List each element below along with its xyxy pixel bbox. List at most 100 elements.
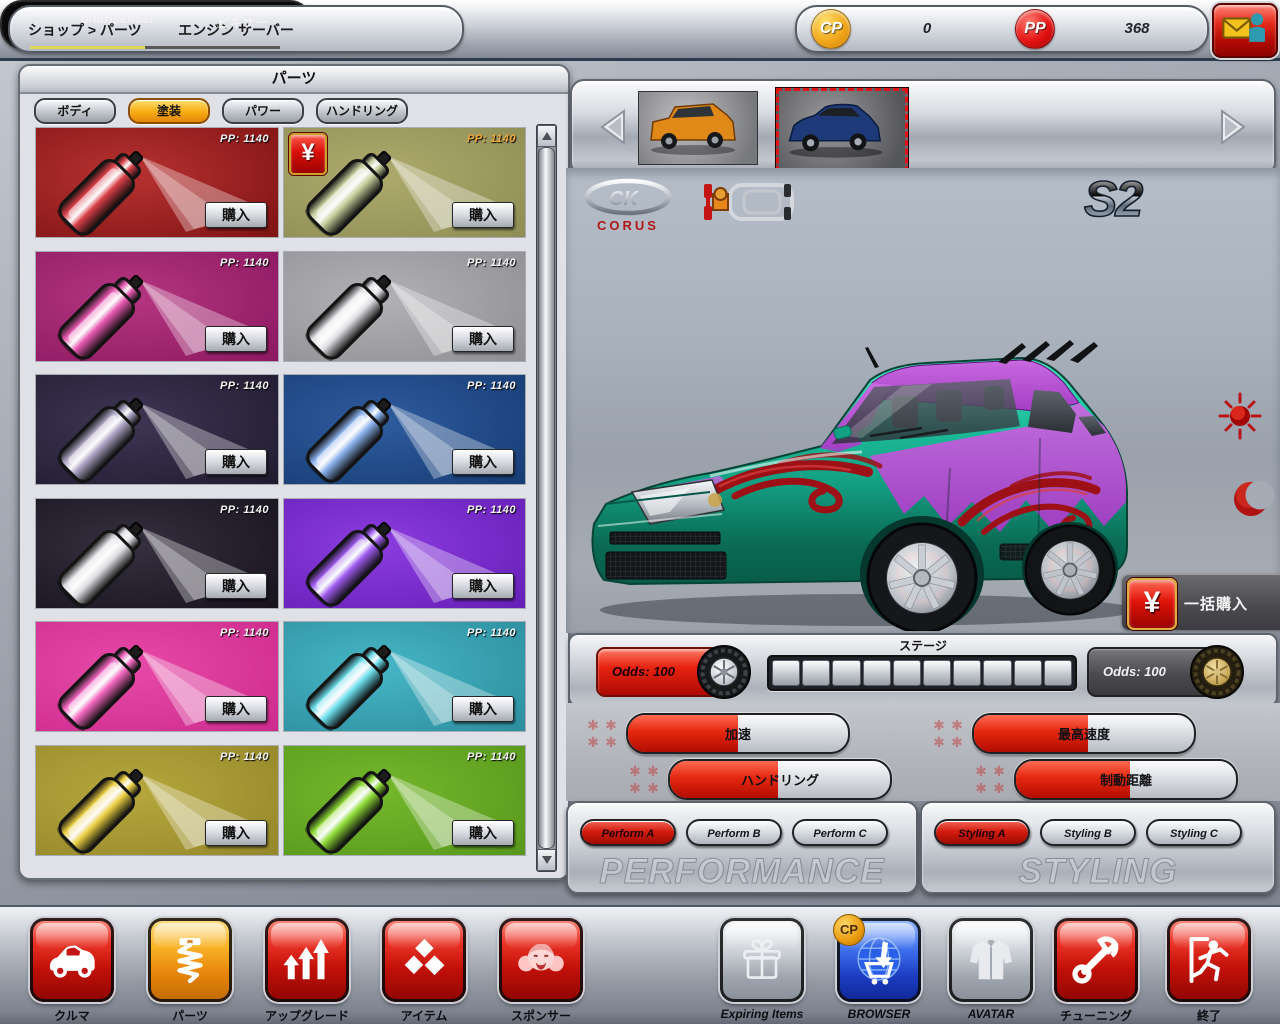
arrows-up-icon[interactable] [265,918,349,1002]
paint-item-blue[interactable]: PP: 1140 購入 [283,374,526,485]
car-thumb-blue-hatch-selected[interactable] [776,88,908,172]
price-label: PP: 1140 [467,504,516,516]
parts-grid: PP: 1140 購入 PP: 1140 ¥ 購入 [35,127,527,856]
stat-braking: ✱✱✱✱ 制動距離 [972,759,1238,800]
price-label: PP: 1140 [220,133,269,145]
car-icon[interactable] [30,918,114,1002]
buy-button[interactable]: 購入 [452,820,514,846]
gift-icon[interactable] [720,918,804,1002]
sun-icon[interactable] [1218,392,1262,445]
perform-button-c[interactable]: Perform C [792,819,888,846]
paint-item-silver[interactable]: PP: 1140 購入 [283,251,526,362]
toolbar-sponsor[interactable]: スポンサー [497,918,585,1024]
stage-segment [832,660,860,686]
buy-button[interactable]: 購入 [205,820,267,846]
price-label: PP: 1140 [220,380,269,392]
toolbar-expiring[interactable]: Expiring Items [718,918,806,1021]
toolbar-items[interactable]: アイテム [380,918,468,1024]
performance-panel: Perform APerform BPerform C PERFORMANCE [566,801,918,894]
tab-handling[interactable]: ハンドリング [316,98,408,124]
styling-button-a[interactable]: Styling A [934,819,1030,846]
tab-paint[interactable]: 塗装 [128,98,210,124]
paint-item-red[interactable]: PP: 1140 購入 [35,127,279,238]
paint-item-purple[interactable]: PP: 1140 購入 [283,498,526,609]
stage-segment [923,660,951,686]
paint-item-dark-violet[interactable]: PP: 1140 購入 [35,374,279,485]
corus-brand-logo: CK CORUS [582,178,674,239]
buy-button[interactable]: 購入 [452,202,514,228]
diamonds-icon[interactable] [382,918,466,1002]
toolbar-exit[interactable]: 終了 [1165,918,1253,1024]
exit-runner-icon[interactable] [1167,918,1251,1002]
stage-progress [767,655,1077,691]
toolbar-parts-active[interactable]: パーツ [146,918,234,1024]
selected-yen-icon: ¥ [289,133,327,175]
bulk-buy-bar[interactable]: ¥ 一括購入 [1122,574,1280,630]
car-thumb-orange-suv[interactable] [638,91,758,165]
pp-value: 368 [1097,20,1177,37]
tab-power[interactable]: パワー [222,98,304,124]
paint-item-magenta[interactable]: PP: 1140 購入 [35,251,279,362]
stat-acceleration: ✱✱✱✱ 加速 [584,713,850,754]
paint-item-olive-selected[interactable]: PP: 1140 ¥ 購入 [283,127,526,238]
car-viewer: CK CORUS S2 [566,168,1280,633]
styling-button-b[interactable]: Styling B [1040,819,1136,846]
sponsor-girl-icon[interactable] [499,918,583,1002]
paint-item-green[interactable]: PP: 1140 購入 [283,745,526,856]
styling-button-c[interactable]: Styling C [1146,819,1242,846]
toolbar-tuning[interactable]: チューニング [1052,918,1140,1024]
stat-label: 最高速度 [974,724,1194,743]
mail-envelope-icon [1219,7,1271,54]
toolbar-label: BROWSER [835,1007,923,1021]
buy-button[interactable]: 購入 [205,326,267,352]
scroll-down-button[interactable] [537,849,556,871]
toolbar-label: アップグレード [263,1007,351,1024]
paint-item-pink[interactable]: PP: 1140 購入 [35,621,279,732]
buy-button[interactable]: 購入 [205,449,267,475]
toolbar-car[interactable]: クルマ [28,918,116,1024]
perform-button-b[interactable]: Perform B [686,819,782,846]
paint-item-cyan[interactable]: PP: 1140 購入 [283,621,526,732]
price-label: PP: 1140 [220,257,269,269]
stage-segment [772,660,800,686]
buy-button[interactable]: 購入 [452,449,514,475]
carousel-prev-button[interactable] [594,107,634,147]
cp-icon: CP [811,9,851,49]
triangle-up-icon [542,132,552,140]
stat-bar: 制動距離 [1014,759,1238,800]
bulk-buy-label: 一括購入 [1184,593,1248,614]
buy-button[interactable]: 購入 [452,326,514,352]
moon-icon[interactable] [1230,476,1276,527]
carousel-next-button[interactable] [1212,107,1252,147]
screw-icon[interactable] [148,918,232,1002]
paint-item-gold[interactable]: PP: 1140 購入 [35,745,279,856]
buy-button[interactable]: 購入 [205,696,267,722]
perform-button-a[interactable]: Perform A [580,819,676,846]
scrollbar-thumb[interactable] [538,147,555,849]
buy-button[interactable]: 購入 [205,202,267,228]
buy-button[interactable]: 購入 [452,696,514,722]
yen-buy-icon[interactable]: ¥ [1127,578,1177,630]
globe-cart-icon[interactable]: CP [837,918,921,1002]
player-progress-line [30,46,280,49]
paint-item-white[interactable]: PP: 1140 購入 [35,498,279,609]
toolbar-avatar[interactable]: AVATAR [947,918,1035,1021]
triangle-down-icon [542,856,552,864]
tab-body[interactable]: ボディ [34,98,116,124]
buy-button[interactable]: 購入 [452,573,514,599]
buy-button[interactable]: 購入 [205,573,267,599]
scroll-up-button[interactable] [537,125,556,147]
stage-segment [1044,660,1072,686]
wrench-icon[interactable] [1054,918,1138,1002]
stats-area: ✱✱✱✱ 加速 ✱✱✱✱ 最高速度 ✱✱✱✱ ハンドリング ✱✱✱✱ 制動距離 [566,703,1280,801]
toolbar-browser[interactable]: CP BROWSER [835,918,923,1021]
jacket-icon[interactable] [949,918,1033,1002]
parts-panel: パーツ ボディ塗装パワーハンドリング PP: 1140 購入 [18,64,570,880]
mail-button[interactable] [1212,3,1278,58]
price-label: PP: 1140 [467,627,516,639]
corus-brand-text: CORUS [597,218,659,233]
odds-left-badge: Odds: 100 [596,647,728,697]
toolbar-upgrade[interactable]: アップグレード [263,918,351,1024]
parts-scrollbar[interactable] [536,124,557,872]
stage-segment [953,660,981,686]
